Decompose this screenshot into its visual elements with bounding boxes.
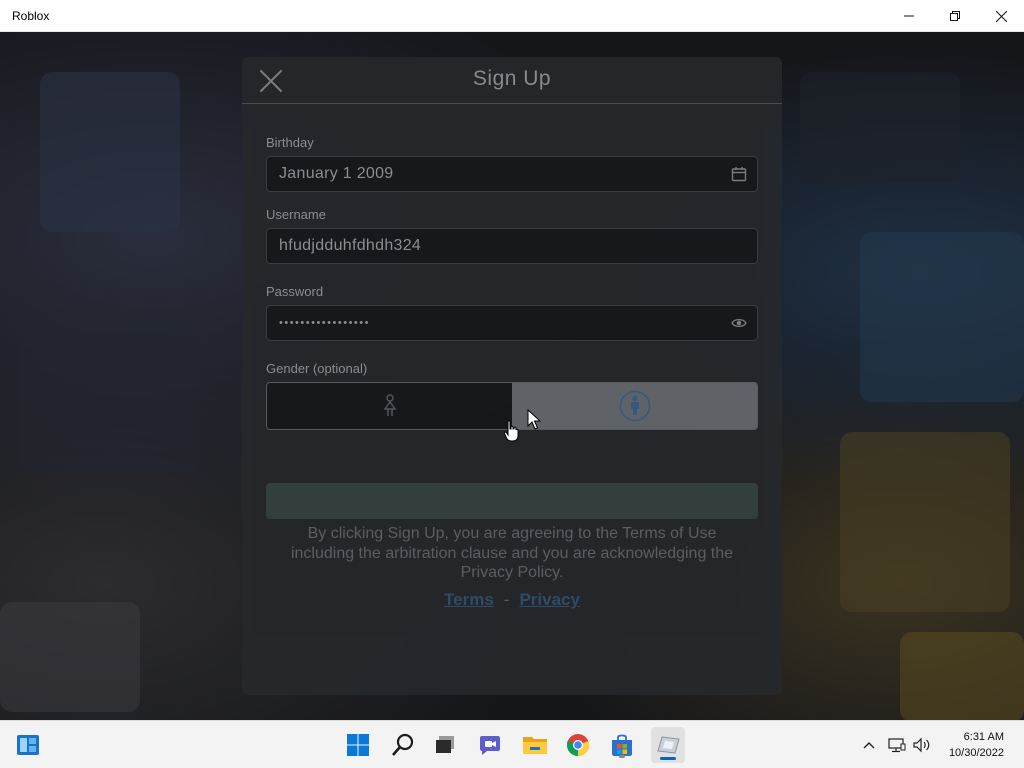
female-icon [383,394,396,416]
taskbar: 6:31 AM 10/30/2022 [0,720,1024,768]
network-button[interactable] [884,721,910,768]
roblox-button[interactable] [651,727,685,763]
chat-button[interactable] [474,729,506,761]
username-value: hfudjdduhfdhdh324 [279,237,422,254]
close-window-button[interactable] [978,0,1024,32]
window-title: Roblox [12,8,50,23]
volume-icon [913,737,930,753]
widgets-icon [17,735,39,755]
clock-time: 6:31 AM [963,731,1004,743]
chat-icon [480,736,500,755]
chrome-button[interactable] [562,729,594,761]
eye-icon[interactable] [731,315,747,331]
store-button[interactable] [606,729,638,761]
hand-cursor-icon [503,420,519,442]
restore-button[interactable] [932,0,978,32]
gender-label: Gender (optional) [266,361,368,376]
gender-female-option[interactable] [267,383,512,429]
username-label: Username [266,207,326,222]
task-view-button[interactable] [429,729,461,761]
privacy-link[interactable]: Privacy [519,590,580,609]
background-art [40,72,180,232]
task-view-icon [436,736,454,753]
background-art [900,632,1024,720]
signup-dialog: Sign Up Birthday January 1 2009 Username… [242,57,782,695]
dialog-title: Sign Up [472,67,552,90]
legal-text: By clicking Sign Up, you are agreeing to… [290,525,734,581]
file-explorer-icon [523,737,547,754]
store-icon [612,734,632,756]
active-indicator [660,757,676,760]
terms-link[interactable]: Terms [444,590,494,609]
birthday-label: Birthday [266,135,314,150]
show-hidden-icons-button[interactable] [858,721,880,768]
restore-icon [950,11,960,21]
minimize-icon [904,15,914,17]
running-indicator [619,755,625,758]
network-icon [888,738,906,753]
roblox-icon [657,736,680,754]
username-field[interactable]: hfudjdduhfdhdh324 [266,228,758,264]
start-button[interactable] [342,729,374,761]
search-button[interactable] [387,729,419,761]
legal-links: Terms - Privacy [242,590,782,610]
widgets-button[interactable] [12,729,44,761]
calendar-icon[interactable] [731,166,747,182]
password-value: ••••••••••••••••• [279,317,370,329]
birthday-value: January 1 2009 [279,165,394,182]
title-bar: Roblox [0,0,1024,32]
background-art [800,72,960,182]
background-art [840,432,1010,612]
background-art [0,602,140,712]
background-art [860,232,1024,402]
gender-male-option[interactable] [512,383,757,429]
background-art [20,332,200,472]
link-separator: - [503,590,510,609]
volume-button[interactable] [910,721,934,768]
chevron-up-icon [863,742,875,749]
birthday-field[interactable]: January 1 2009 [266,156,758,192]
close-icon [995,10,1007,22]
password-label: Password [266,284,324,299]
chrome-icon [566,734,590,757]
start-icon [347,734,369,756]
minimize-button[interactable] [886,0,932,32]
file-explorer-button[interactable] [519,729,551,761]
dialog-header: Sign Up [242,57,782,104]
password-field[interactable]: ••••••••••••••••• [266,305,758,341]
search-icon [392,733,414,756]
signup-button[interactable] [266,483,758,519]
system-clock[interactable]: 6:31 AM 10/30/2022 [949,729,1004,761]
male-icon [619,390,650,422]
clock-date: 10/30/2022 [948,747,1004,759]
mouse-pointer-icon [527,409,541,430]
